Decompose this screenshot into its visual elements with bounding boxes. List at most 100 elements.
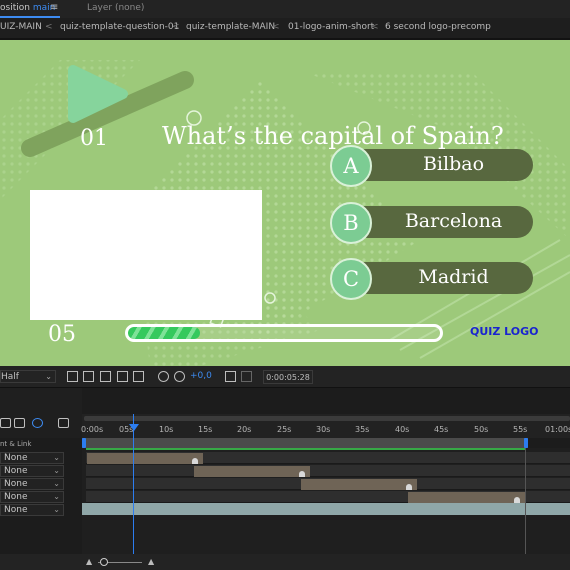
parent-select-value: None <box>4 505 28 515</box>
composition-tab-label: osition <box>0 3 30 13</box>
resolution-dropdown[interactable]: Half ⌄ <box>0 370 56 383</box>
layer-parent-row: None ⌄ <box>0 465 82 478</box>
parent-select[interactable]: None ⌄ <box>0 465 64 477</box>
exposure-reset-icon[interactable] <box>174 371 185 382</box>
transparency-grid-icon[interactable] <box>83 371 94 382</box>
timeline-toolbar <box>0 388 82 438</box>
ruler-tick-label: 35s <box>355 425 370 434</box>
ruler-tick-label: 20s <box>237 425 252 434</box>
breadcrumb-separator-icon: < <box>272 22 280 32</box>
exposure-value[interactable]: +0,0 <box>190 371 212 381</box>
work-area-start-handle[interactable] <box>82 438 86 448</box>
layer-parent-row: None ⌄ <box>0 504 82 517</box>
chevron-down-icon: ⌄ <box>53 479 60 488</box>
quiz-logo: QUIZ LOGO <box>470 325 539 338</box>
breadcrumb-separator-icon: < <box>172 22 180 32</box>
playhead-handle-icon[interactable] <box>129 424 139 431</box>
comp-end-marker <box>525 448 526 556</box>
current-timecode[interactable]: 0:00:05:28 <box>263 370 313 384</box>
parent-select[interactable]: None ⌄ <box>0 478 64 490</box>
viewer-toolbar: Half ⌄ +0,0 0:00:05:28 <box>0 366 570 388</box>
frame-blending-icon[interactable] <box>14 418 25 428</box>
chevron-down-icon: ⌄ <box>45 372 52 381</box>
parent-select[interactable]: None ⌄ <box>0 452 64 464</box>
current-time-indicator[interactable] <box>133 414 134 554</box>
breadcrumb-item[interactable]: UIZ-MAIN <box>0 22 42 32</box>
layer-track <box>86 465 570 477</box>
answer-text: Madrid <box>418 266 489 288</box>
breadcrumb-item[interactable]: 01-logo-anim-short <box>288 22 374 32</box>
answer-option-a: A Bilbao <box>330 145 533 187</box>
zoom-slider-knob[interactable] <box>100 558 108 566</box>
grid-icon[interactable] <box>133 371 144 382</box>
work-area-bar[interactable] <box>82 438 528 448</box>
composition-breadcrumb: UIZ-MAIN < quiz-template-question-01 < q… <box>0 18 570 38</box>
layer-duration-bar[interactable] <box>301 479 417 490</box>
answer-text: Bilbao <box>422 153 485 175</box>
layer-duration-bar[interactable] <box>87 453 203 464</box>
layer-duration-bar[interactable] <box>408 492 525 503</box>
mask-visibility-icon[interactable] <box>100 371 111 382</box>
ruler-tick-label: 50s <box>474 425 489 434</box>
layer-tab[interactable]: Layer (none) <box>87 3 144 13</box>
parent-select[interactable]: None ⌄ <box>0 504 64 516</box>
parent-and-link-column-header: nt & Link <box>0 440 32 448</box>
parent-select-value: None <box>4 479 28 489</box>
answer-letter: B <box>343 211 359 235</box>
panel-menu-icon[interactable]: ≡ <box>50 2 58 13</box>
layer-duration-bar[interactable] <box>194 466 310 477</box>
chevron-down-icon: ⌄ <box>53 466 60 475</box>
graph-editor-icon[interactable] <box>58 418 69 428</box>
question-text: What’s the capital of Spain? <box>162 122 504 150</box>
answer-letter: C <box>342 267 360 291</box>
time-ruler[interactable]: 0:00s 05s 10s 15s 20s 25s 30s 35s 40s 45… <box>81 414 570 438</box>
breadcrumb-separator-icon: < <box>371 22 379 32</box>
show-snapshot-icon[interactable] <box>241 371 252 382</box>
ruler-tick-label: 0:00s <box>81 425 104 434</box>
countdown-progress-bar <box>125 324 443 342</box>
snapshot-camera-icon[interactable] <box>225 371 236 382</box>
region-of-interest-icon[interactable] <box>67 371 78 382</box>
motion-blur-icon[interactable] <box>32 418 43 428</box>
resolution-value: Half <box>1 372 19 382</box>
zoom-in-icon[interactable]: ▲ <box>148 557 154 566</box>
layer-duration-bar-background[interactable] <box>82 503 570 515</box>
composition-viewer[interactable]: 01 What’s the capital of Spain? A Bilbao… <box>0 38 570 366</box>
composition-frame[interactable]: 01 What’s the capital of Spain? A Bilbao… <box>0 40 570 366</box>
answer-option-b: B Barcelona <box>330 202 533 244</box>
ruler-tick-label: 40s <box>395 425 410 434</box>
work-area-end-handle[interactable] <box>524 438 528 448</box>
answer-option-c: C Madrid <box>330 258 533 300</box>
layer-parent-row: None ⌄ <box>0 478 82 491</box>
answer-letter: A <box>343 154 359 178</box>
layer-parent-row: None ⌄ <box>0 452 82 465</box>
shy-layers-icon[interactable] <box>0 418 11 428</box>
marker-icon[interactable] <box>299 471 305 477</box>
breadcrumb-separator-icon: < <box>45 22 53 32</box>
zoom-out-icon[interactable]: ▲ <box>86 557 92 566</box>
layer-parent-row: None ⌄ <box>0 491 82 504</box>
breadcrumb-item[interactable]: quiz-template-MAIN <box>186 22 275 32</box>
ruler-tick-label: 55s <box>513 425 528 434</box>
marker-icon[interactable] <box>406 484 412 490</box>
ruler-tick-label: 10s <box>159 425 174 434</box>
composition-tab[interactable]: osition main <box>0 3 55 13</box>
media-placeholder <box>30 190 262 320</box>
render-cache-indicator <box>86 448 526 450</box>
timeline-status-bar: ▲ ▲ <box>0 554 570 570</box>
composition-tab-bar: osition main ≡ Layer (none) <box>0 0 570 18</box>
ruler-tick-label: 45s <box>434 425 449 434</box>
ruler-tick-label: 25s <box>277 425 292 434</box>
marker-icon[interactable] <box>192 458 198 464</box>
time-navigator-bar[interactable] <box>84 416 570 421</box>
chevron-down-icon: ⌄ <box>53 453 60 462</box>
breadcrumb-item[interactable]: 6 second logo-precomp <box>385 22 491 32</box>
parent-select[interactable]: None ⌄ <box>0 491 64 503</box>
countdown-timer: 05 <box>48 322 76 347</box>
answer-text: Barcelona <box>404 210 503 232</box>
parent-select-value: None <box>4 492 28 502</box>
guides-icon[interactable] <box>117 371 128 382</box>
channel-icon[interactable] <box>158 371 169 382</box>
breadcrumb-item[interactable]: quiz-template-question-01 <box>60 22 179 32</box>
parent-select-value: None <box>4 453 28 463</box>
